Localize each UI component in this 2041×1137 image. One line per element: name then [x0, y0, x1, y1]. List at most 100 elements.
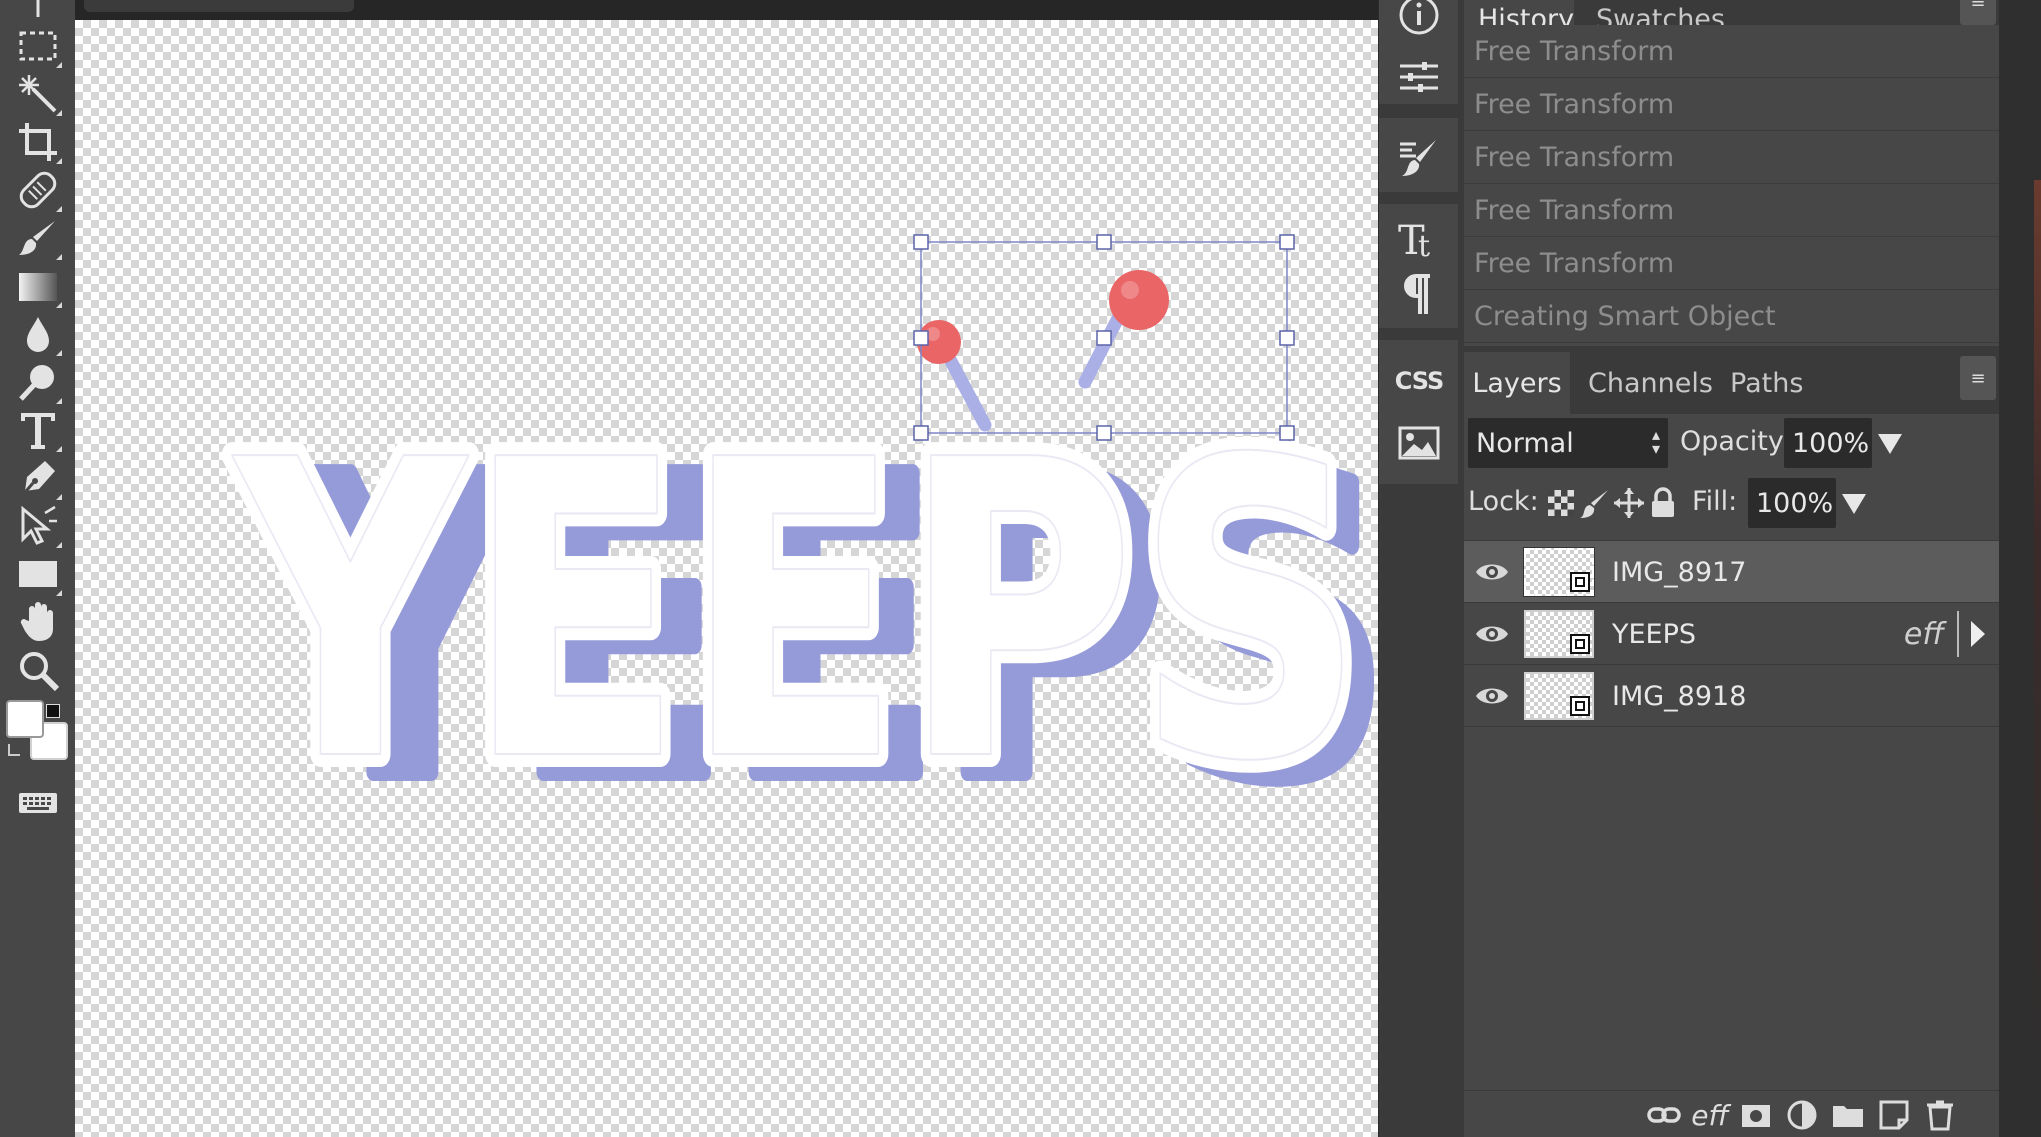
transform-handle-tc [1096, 234, 1112, 250]
history-item[interactable]: Free Transform [1464, 78, 1999, 131]
tab-channels-label: Channels [1588, 367, 1713, 399]
keyboard-icon [19, 793, 57, 813]
tools-panel [0, 0, 75, 1137]
lock-transparency-icon[interactable] [1544, 486, 1578, 520]
color-swatch-icon[interactable] [6, 700, 72, 762]
eye-icon[interactable] [1474, 679, 1510, 713]
dock-group-2 [1379, 112, 1459, 192]
fill-input[interactable]: 100% [1748, 478, 1836, 528]
tab-layers[interactable]: Layers [1464, 352, 1570, 414]
swap-colors-icon[interactable] [46, 704, 60, 718]
healing-tool[interactable] [12, 164, 64, 216]
fill-label: Fill: [1692, 486, 1738, 517]
foreground-color-swatch[interactable] [6, 700, 44, 738]
layer-name: IMG_8918 [1612, 680, 1747, 712]
lock-all-icon[interactable] [1646, 486, 1680, 520]
layers-menu-button[interactable]: ≡ [1960, 356, 1996, 400]
rectangle-icon [19, 561, 57, 587]
layers-footer: eff [1464, 1090, 1999, 1137]
lock-position-icon[interactable] [1612, 486, 1646, 520]
tab-swatches[interactable]: Swatches [1582, 0, 1739, 25]
crop-icon [19, 123, 57, 161]
layer-row[interactable]: IMG_8918 [1464, 665, 1999, 727]
path-select-tool[interactable] [12, 500, 64, 552]
new-group-button[interactable] [1828, 1097, 1868, 1133]
eye-icon[interactable] [1474, 555, 1510, 589]
layer-row[interactable]: IMG_8917 [1464, 541, 1999, 603]
gradient-tool[interactable] [12, 260, 64, 312]
canvas[interactable]: YEEPS YEEPS YEEPS [75, 20, 1378, 1137]
history-item[interactable]: Free Transform [1464, 237, 1999, 290]
document-tab[interactable] [84, 0, 354, 12]
select-arrows-icon: ▴ ▾ [1651, 425, 1660, 458]
history-item-label: Free Transform [1474, 247, 1675, 279]
history-item[interactable]: Free Transform [1464, 131, 1999, 184]
smart-object-icon [1570, 572, 1590, 592]
keyboard-tool[interactable] [12, 776, 64, 828]
image-button[interactable] [1379, 412, 1459, 474]
character-button[interactable]: Tt [1379, 206, 1459, 268]
blend-mode-select[interactable]: Normal ▴ ▾ [1468, 418, 1668, 468]
transform-handle-ml [913, 330, 929, 346]
paragraph-button[interactable] [1379, 264, 1459, 326]
new-layer-button[interactable] [1874, 1097, 1914, 1133]
brush-settings-button[interactable] [1379, 126, 1459, 188]
opacity-input[interactable]: 100% [1784, 418, 1872, 468]
history-tabbar: History Swatches = [1464, 0, 1999, 25]
history-item[interactable]: Free Transform [1464, 25, 1999, 78]
adjustment-layer-button[interactable] [1782, 1097, 1822, 1133]
layer-effects-badge[interactable]: eff [1904, 603, 1944, 665]
pen-icon [19, 461, 55, 498]
reset-colors-icon[interactable] [8, 744, 20, 756]
hand-tool[interactable] [12, 596, 64, 648]
layer-row[interactable]: YEEPS eff [1464, 603, 1999, 665]
dock-group-1 [1379, 0, 1459, 104]
pen-tool[interactable] [12, 452, 64, 504]
type-tool[interactable] [12, 404, 64, 456]
expand-effects-icon[interactable] [1971, 621, 1985, 647]
tab-channels[interactable]: Channels [1574, 352, 1727, 414]
history-menu-button[interactable]: = [1960, 0, 1996, 25]
blur-tool[interactable] [12, 308, 64, 360]
add-mask-button[interactable] [1736, 1097, 1776, 1133]
rectangle-tool[interactable] [12, 548, 64, 600]
move-icon [36, 0, 40, 17]
brush-tool[interactable] [12, 212, 64, 264]
tab-paths[interactable]: Paths [1716, 352, 1817, 414]
marquee-icon [19, 31, 57, 61]
smart-object-icon [1570, 634, 1590, 654]
zoom-tool[interactable] [12, 644, 64, 696]
history-item-label: Free Transform [1474, 35, 1675, 67]
eye-icon[interactable] [1474, 617, 1510, 651]
blur-icon [27, 317, 49, 352]
history-item[interactable]: Creating Smart Object [1464, 290, 1999, 343]
history-item-label: Free Transform [1474, 88, 1675, 120]
link-layers-button[interactable] [1644, 1097, 1684, 1133]
transform-handle-mr [1279, 330, 1295, 346]
opacity-dropdown-icon[interactable] [1878, 434, 1902, 454]
layer-name: YEEPS [1612, 618, 1697, 650]
layer-thumbnail [1524, 610, 1594, 658]
history-panel: History Swatches = Free Transform Free T… [1464, 0, 1999, 346]
marquee-tool[interactable] [12, 20, 64, 72]
crop-tool[interactable] [12, 116, 64, 168]
tab-history[interactable]: History [1464, 0, 1574, 25]
magic-wand-tool[interactable] [12, 68, 64, 120]
lock-pixels-icon[interactable] [1578, 486, 1612, 520]
effects-icon[interactable]: eff [1690, 1097, 1730, 1133]
layers-panel: Layers Channels Paths ≡ Normal ▴ ▾ Opacit… [1464, 352, 1999, 1137]
transform-handle-bc [1096, 425, 1112, 441]
history-item[interactable]: Free Transform [1464, 184, 1999, 237]
delete-layer-button[interactable] [1920, 1097, 1960, 1133]
layer-thumbnail [1523, 547, 1595, 597]
layer-name: IMG_8917 [1612, 556, 1747, 588]
adjustments-button[interactable] [1379, 46, 1459, 108]
dodge-tool[interactable] [12, 356, 64, 408]
css-button[interactable]: CSS [1379, 350, 1459, 412]
tab-history-label: History [1478, 4, 1574, 25]
history-item-label: Creating Smart Object [1474, 300, 1776, 332]
info-button[interactable] [1379, 0, 1459, 46]
opacity-value: 100% [1792, 427, 1870, 459]
fill-dropdown-icon[interactable] [1842, 494, 1866, 514]
type-icon [21, 413, 55, 449]
